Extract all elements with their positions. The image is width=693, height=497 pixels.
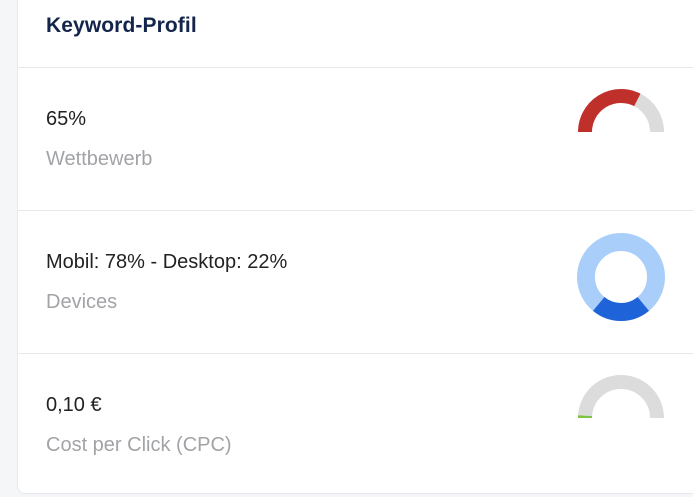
donut-segment-mobil [577, 233, 665, 311]
cpc-gauge-chart [577, 375, 664, 419]
card-title: Keyword-Profil [46, 14, 197, 37]
donut-segment-desktop [592, 296, 650, 321]
devices-label: Devices [46, 291, 118, 313]
gauge-track [578, 375, 664, 419]
keyword-profile-card: Keyword-Profil 65% Wettbewerb Mobil: 78%… [17, 0, 693, 494]
metric-competition: 65% Wettbewerb [18, 68, 693, 210]
competition-value: 65% [46, 108, 87, 130]
metric-cpc: 0,10 € Cost per Click (CPC) [18, 354, 693, 496]
cpc-value: 0,10 € [46, 394, 102, 416]
metric-devices: Mobil: 78% - Desktop: 22% Devices [18, 211, 693, 353]
competition-label: Wettbewerb [46, 148, 153, 170]
devices-value: Mobil: 78% - Desktop: 22% [46, 251, 288, 273]
devices-donut-chart [577, 233, 665, 321]
competition-gauge-chart [578, 89, 664, 133]
gauge-fill [578, 89, 641, 133]
gauge-track [633, 93, 664, 133]
cpc-label: Cost per Click (CPC) [46, 434, 232, 456]
